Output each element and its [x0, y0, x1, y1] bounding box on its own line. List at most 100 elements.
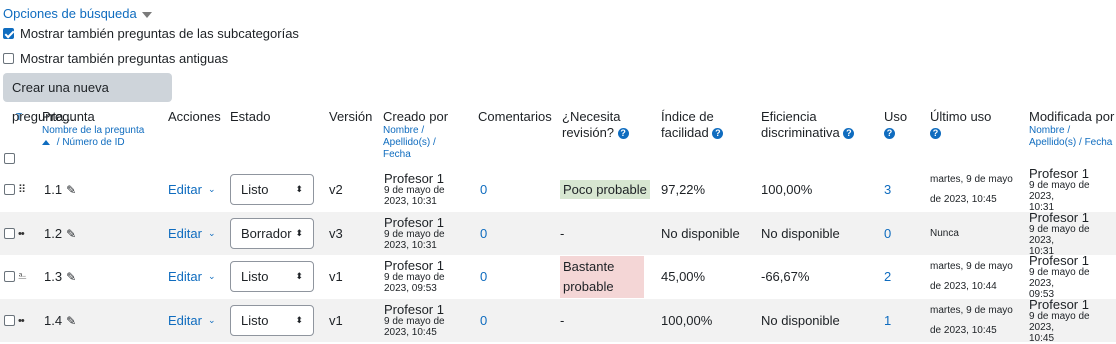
- usage-link[interactable]: 0: [884, 226, 891, 241]
- sort-created-surname[interactable]: Apellido(s) /: [383, 137, 448, 149]
- modifier-name: Profesor 1: [1029, 209, 1089, 225]
- created-date-line-1: 9 de mayo de: [384, 229, 445, 240]
- caret-down-icon: [141, 11, 152, 18]
- help-icon[interactable]: ?: [843, 128, 855, 140]
- sort-modified-name[interactable]: Nombre /: [1029, 125, 1114, 137]
- edit-name-pencil-icon[interactable]: ✎: [66, 183, 76, 197]
- select-arrows-icon: ⬍: [295, 228, 303, 238]
- sort-id-number[interactable]: / Número de ID: [57, 137, 125, 148]
- table-row: ⠿ 1.1 ✎ Editar ⌄ Listo ⬍ v2 Profesor 19 de mayo …: [0, 167, 1116, 213]
- row-checkbox[interactable]: [4, 228, 15, 239]
- discrimination-value: No disponible: [761, 226, 840, 241]
- modified-date-line-2: 10:45: [1029, 332, 1055, 344]
- table-row: •• 1.2 ✎ Editar ⌄ Borrador ⬍ v3 Profesor 19 de m…: [0, 209, 1116, 257]
- show-subcategories-row[interactable]: Mostrar también preguntas de las subcate…: [3, 26, 299, 41]
- row-checkbox[interactable]: [4, 315, 15, 326]
- search-options-label[interactable]: Opciones de búsqueda: [3, 6, 137, 21]
- creator-name: Profesor 1: [384, 258, 444, 273]
- created-date-line-2: 2023, 10:31: [384, 240, 437, 251]
- chevron-down-icon[interactable]: ⌄: [208, 184, 216, 195]
- edit-name-pencil-icon[interactable]: ✎: [66, 314, 76, 328]
- status-select[interactable]: Borrador ⬍: [230, 218, 314, 249]
- review-value: -: [560, 226, 565, 241]
- comments-link[interactable]: 0: [480, 226, 487, 241]
- last-used-line-1: martes, 9 de mayo: [930, 304, 1013, 316]
- edit-menu-link[interactable]: Editar: [168, 313, 202, 328]
- created-date-line-2: 2023, 09:53: [384, 283, 437, 294]
- sort-created-date[interactable]: Fecha: [383, 149, 448, 161]
- modified-date-line-1: 9 de mayo de 2023,: [1029, 223, 1090, 246]
- creator-name: Profesor 1: [384, 171, 444, 186]
- edit-menu-link[interactable]: Editar: [168, 226, 202, 241]
- question-header-title: Pregunta: [42, 109, 95, 124]
- type-sort-link[interactable]: T: [16, 112, 22, 123]
- row-checkbox[interactable]: [4, 184, 15, 195]
- actions-header: Acciones: [168, 109, 221, 124]
- last-used-line-2: de 2023, 10:44: [930, 280, 997, 292]
- last-used-line-2: de 2023, 10:45: [930, 324, 997, 336]
- sort-modified-surname-date[interactable]: Apellido(s) / Fecha: [1029, 137, 1114, 149]
- help-icon[interactable]: ?: [712, 128, 724, 140]
- help-icon[interactable]: ?: [884, 128, 895, 140]
- show-old-row[interactable]: Mostrar también preguntas antiguas: [3, 51, 228, 66]
- essay-icon: ⎁: [18, 270, 27, 282]
- comments-link[interactable]: 0: [480, 313, 487, 328]
- status-select[interactable]: Listo ⬍: [230, 305, 314, 336]
- chevron-down-icon[interactable]: ⌄: [208, 228, 216, 239]
- question-name: 1.2: [44, 226, 63, 241]
- facility-value: No disponible: [661, 226, 740, 241]
- creator-name: Profesor 1: [384, 215, 444, 230]
- modifier-name: Profesor 1: [1029, 296, 1089, 312]
- search-options-toggle[interactable]: Opciones de búsqueda: [3, 6, 152, 21]
- discrimination-value: -66,67%: [761, 269, 810, 284]
- help-icon[interactable]: ?: [617, 128, 629, 140]
- edit-menu-link[interactable]: Editar: [168, 269, 202, 284]
- help-icon[interactable]: ?: [930, 128, 941, 140]
- version-header: Versión: [329, 109, 373, 124]
- version-value: v2: [329, 182, 343, 197]
- show-subcategories-checkbox[interactable]: [3, 28, 14, 39]
- select-all-checkbox[interactable]: [4, 153, 15, 164]
- status-select[interactable]: Listo ⬍: [230, 261, 314, 292]
- show-subcategories-label: Mostrar también preguntas de las subcate…: [20, 26, 299, 41]
- chevron-down-icon[interactable]: ⌄: [208, 271, 216, 282]
- last-used-line-2: de 2023, 10:45: [930, 193, 997, 205]
- discrimination-value: No disponible: [761, 313, 840, 328]
- row-checkbox[interactable]: [4, 271, 15, 282]
- sort-question-name[interactable]: Nombre de la pregunta: [42, 125, 144, 137]
- create-question-button[interactable]: Crear una nueva pregunta...: [3, 73, 172, 124]
- modifier-name: Profesor 1: [1029, 252, 1089, 268]
- sort-created-name[interactable]: Nombre /: [383, 125, 448, 137]
- needs-review-title-1: ¿Necesita: [562, 109, 621, 124]
- show-old-checkbox[interactable]: [3, 53, 14, 64]
- facility-value: 97,22%: [661, 182, 706, 197]
- edit-name-pencil-icon[interactable]: ✎: [66, 270, 76, 284]
- status-select-value: Borrador: [241, 226, 292, 241]
- comments-link[interactable]: 0: [480, 182, 487, 197]
- question-name: 1.1: [44, 182, 63, 197]
- review-line-2: probable: [563, 278, 614, 294]
- facility-title-2: facilidad: [661, 125, 709, 140]
- edit-menu-link[interactable]: Editar: [168, 182, 202, 197]
- chevron-down-icon[interactable]: ⌄: [208, 315, 216, 326]
- usage-link[interactable]: 3: [884, 182, 891, 197]
- status-select[interactable]: Listo ⬍: [230, 174, 314, 205]
- status-header: Estado: [230, 109, 271, 124]
- status-select-value: Listo: [241, 269, 269, 284]
- usage-link[interactable]: 2: [884, 269, 891, 284]
- comments-link[interactable]: 0: [480, 269, 487, 284]
- created-date-line-2: 2023, 10:31: [384, 196, 437, 207]
- created-by-title: Creado por: [383, 109, 449, 124]
- type-sort-header[interactable]: T: [16, 108, 22, 124]
- needs-review-header: ¿Necesita revisión? ?: [562, 109, 629, 141]
- discrimination-title-2: discriminativa: [761, 125, 840, 140]
- usage-link[interactable]: 1: [884, 313, 891, 328]
- question-name: 1.3: [44, 269, 63, 284]
- edit-name-pencil-icon[interactable]: ✎: [66, 227, 76, 241]
- version-value: v1: [329, 313, 343, 328]
- truefalse-icon: ••: [18, 227, 25, 240]
- comments-header: Comentarios: [478, 109, 552, 124]
- facility-value: 45,00%: [661, 269, 706, 284]
- select-arrows-icon: ⬍: [295, 315, 303, 325]
- select-all-header[interactable]: [4, 152, 15, 168]
